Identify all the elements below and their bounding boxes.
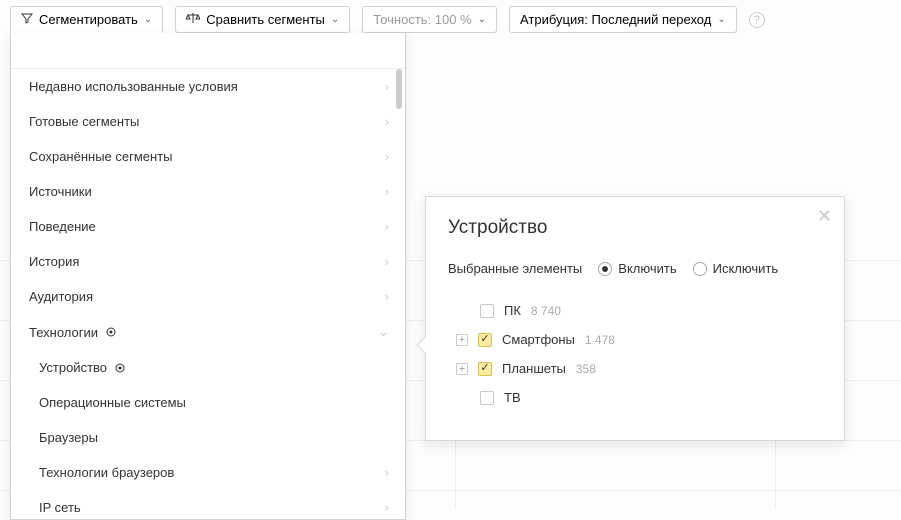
attribution-button[interactable]: Атрибуция: Последний переход ⌄ xyxy=(509,6,737,33)
segments-item-history[interactable]: История › xyxy=(11,244,405,279)
expand-icon[interactable]: + xyxy=(456,334,468,346)
balance-icon xyxy=(186,12,200,27)
device-list: ПК 8 740 + Смартфоны 1 478 + Планшеты 35… xyxy=(448,296,822,412)
help-icon[interactable]: ? xyxy=(749,12,765,28)
accuracy-label: Точность: 100 % xyxy=(373,12,471,27)
radio-icon xyxy=(693,262,707,276)
checkbox[interactable] xyxy=(480,391,494,405)
segments-item-label: Технологии xyxy=(29,325,98,340)
device-popover: ✕ Устройство Выбранные элементы Включить… xyxy=(425,196,845,441)
segments-item-label: Аудитория xyxy=(29,289,93,304)
segments-item-label: Браузеры xyxy=(39,430,98,445)
compare-segments-label: Сравнить сегменты xyxy=(206,12,325,27)
segments-item-audience[interactable]: Аудитория › xyxy=(11,279,405,314)
chevron-right-icon: › xyxy=(385,219,389,234)
chevron-right-icon: › xyxy=(385,500,389,515)
active-dot-icon xyxy=(115,363,125,373)
segments-technology-children: Устройство Операционные системы Браузеры… xyxy=(11,350,405,519)
popover-title: Устройство xyxy=(448,217,822,239)
expand-icon[interactable]: + xyxy=(456,363,468,375)
checkbox[interactable] xyxy=(478,362,492,376)
segments-item-label: Готовые сегменты xyxy=(29,114,139,129)
device-name: ПК xyxy=(504,303,521,318)
segments-item-label: Источники xyxy=(29,184,92,199)
include-radio[interactable]: Включить xyxy=(598,261,676,276)
device-count: 8 740 xyxy=(531,304,561,318)
segments-sub-os[interactable]: Операционные системы xyxy=(11,385,405,420)
segments-item-label: Поведение xyxy=(29,219,96,234)
device-row-tv: ТВ xyxy=(456,383,822,412)
segments-sub-browser-tech[interactable]: Технологии браузеров › xyxy=(11,455,405,490)
filter-icon xyxy=(21,12,33,27)
chevron-right-icon: › xyxy=(385,184,389,199)
segments-sub-browsers[interactable]: Браузеры xyxy=(11,420,405,455)
segments-search[interactable] xyxy=(11,33,405,69)
segments-list: Недавно использованные условия › Готовые… xyxy=(11,69,405,519)
segments-item-technology[interactable]: Технологии ⌄ xyxy=(11,314,405,350)
chevron-down-icon: ⌄ xyxy=(144,14,152,25)
chevron-right-icon: › xyxy=(385,149,389,164)
segments-item-behavior[interactable]: Поведение › xyxy=(11,209,405,244)
exclude-radio[interactable]: Исключить xyxy=(693,261,779,276)
segments-item-label: Операционные системы xyxy=(39,395,186,410)
chevron-right-icon: › xyxy=(385,114,389,129)
chevron-right-icon: › xyxy=(385,79,389,94)
segment-button-label: Сегментировать xyxy=(39,12,138,27)
chevron-down-icon: ⌄ xyxy=(717,14,725,25)
attribution-label: Атрибуция: Последний переход xyxy=(520,12,711,27)
segment-button[interactable]: Сегментировать ⌄ xyxy=(10,6,163,33)
compare-segments-button[interactable]: Сравнить сегменты ⌄ xyxy=(175,6,350,33)
device-count: 358 xyxy=(576,362,596,376)
exclude-radio-label: Исключить xyxy=(713,261,779,276)
include-radio-label: Включить xyxy=(618,261,676,276)
segments-item-label: Сохранённые сегменты xyxy=(29,149,173,164)
checkbox[interactable] xyxy=(478,333,492,347)
device-count: 1 478 xyxy=(585,333,615,347)
device-name: ТВ xyxy=(504,390,521,405)
selection-mode-row: Выбранные элементы Включить Исключить xyxy=(448,261,822,276)
segments-item-label: Устройство xyxy=(39,360,107,375)
segments-item-saved[interactable]: Сохранённые сегменты › xyxy=(11,139,405,174)
scrollbar-thumb[interactable] xyxy=(396,69,402,109)
chevron-right-icon: › xyxy=(385,289,389,304)
active-dot-icon xyxy=(106,327,116,337)
chevron-down-icon: ⌄ xyxy=(378,324,389,340)
device-row-smartphones: + Смартфоны 1 478 xyxy=(456,325,822,354)
segments-item-recent[interactable]: Недавно использованные условия › xyxy=(11,69,405,104)
close-icon[interactable]: ✕ xyxy=(817,207,832,225)
chevron-right-icon: › xyxy=(385,465,389,480)
device-name: Смартфоны xyxy=(502,332,575,347)
checkbox[interactable] xyxy=(480,304,494,318)
segments-dropdown: Недавно использованные условия › Готовые… xyxy=(10,33,406,520)
segments-sub-ip[interactable]: IP сеть › xyxy=(11,490,405,519)
chevron-down-icon: ⌄ xyxy=(331,14,339,25)
radio-icon xyxy=(598,262,612,276)
segments-item-label: Технологии браузеров xyxy=(39,465,174,480)
device-row-tablets: + Планшеты 358 xyxy=(456,354,822,383)
segments-item-ready[interactable]: Готовые сегменты › xyxy=(11,104,405,139)
accuracy-button[interactable]: Точность: 100 % ⌄ xyxy=(362,6,497,33)
chevron-down-icon: ⌄ xyxy=(478,14,486,25)
segments-sub-device[interactable]: Устройство xyxy=(11,350,405,385)
device-row-pc: ПК 8 740 xyxy=(456,296,822,325)
selected-elements-label: Выбранные элементы xyxy=(448,261,582,276)
segments-item-label: История xyxy=(29,254,79,269)
device-name: Планшеты xyxy=(502,361,566,376)
segments-item-label: Недавно использованные условия xyxy=(29,79,238,94)
chevron-right-icon: › xyxy=(385,254,389,269)
segments-item-sources[interactable]: Источники › xyxy=(11,174,405,209)
segments-item-label: IP сеть xyxy=(39,500,81,515)
